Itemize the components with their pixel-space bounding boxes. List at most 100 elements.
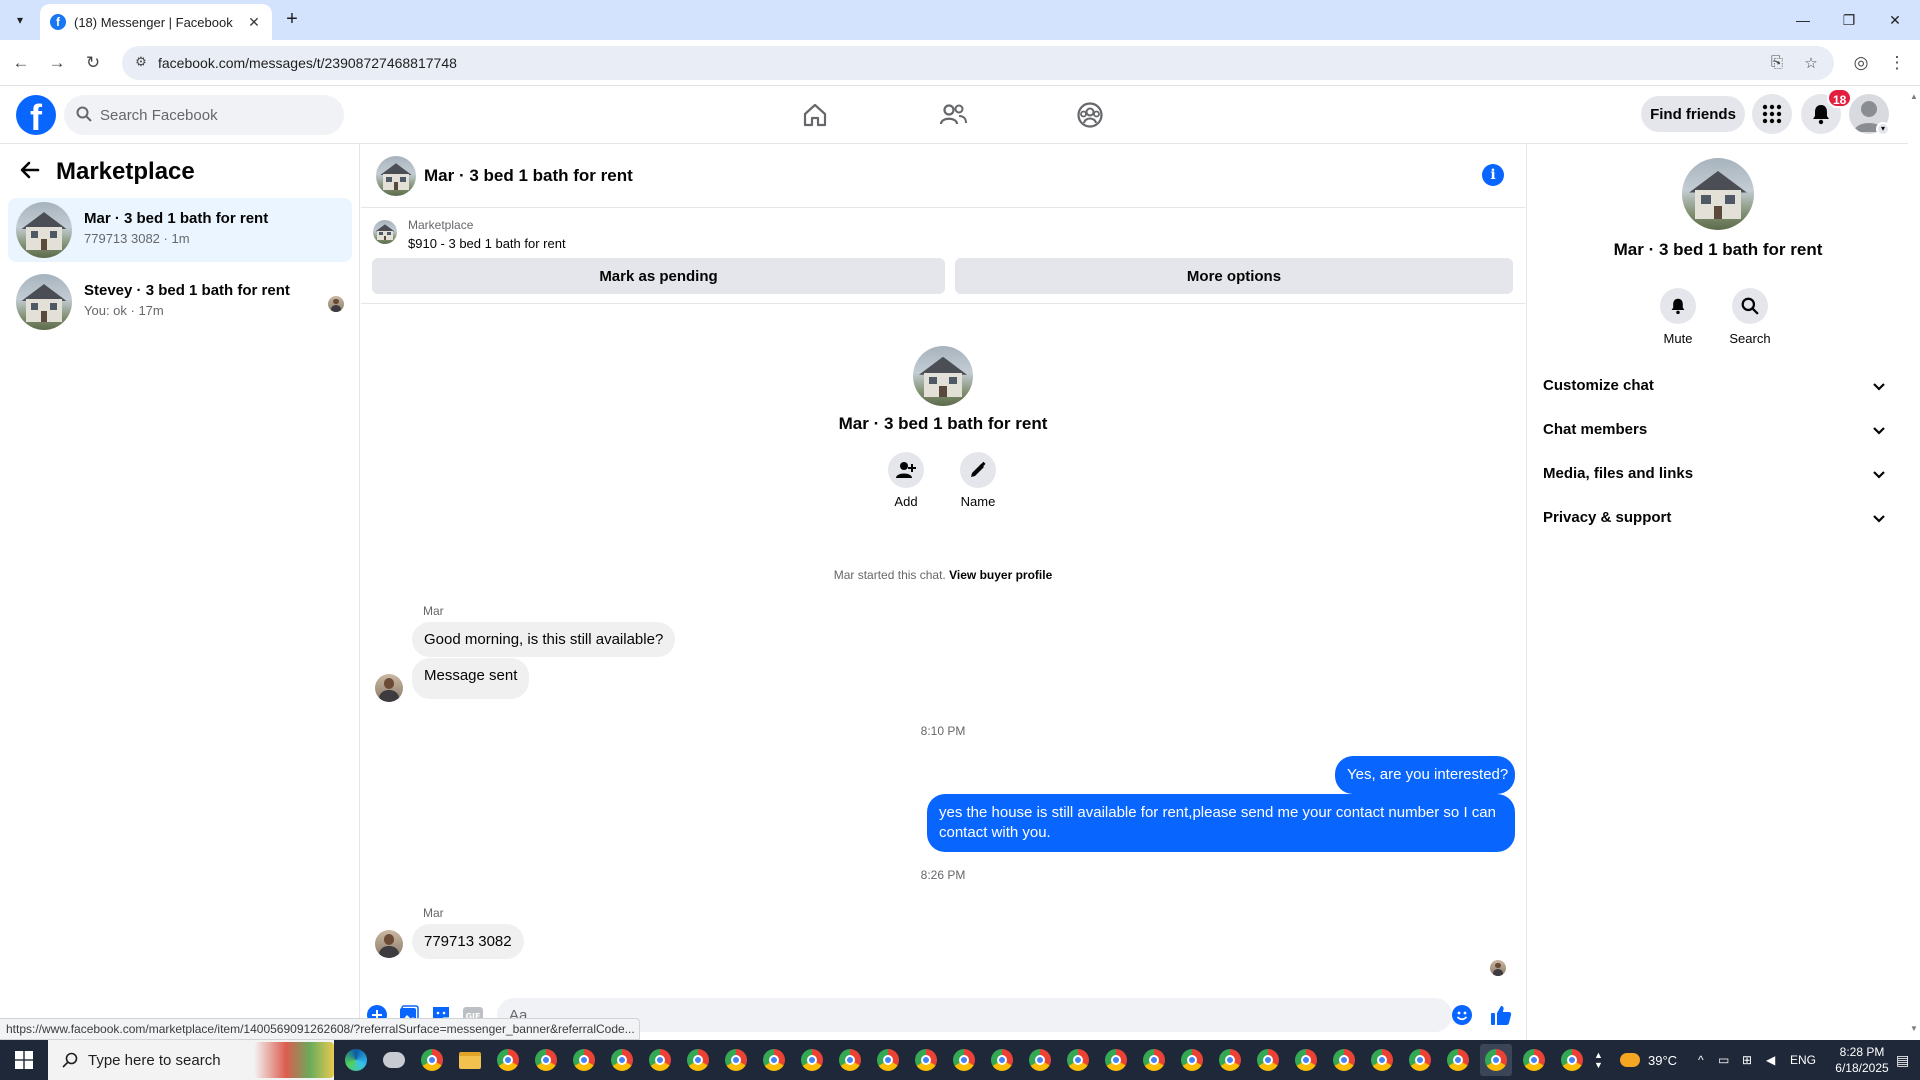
volume-icon[interactable]: ◀ xyxy=(1766,1040,1775,1080)
install-app-icon[interactable]: ⎘ xyxy=(1768,54,1786,72)
close-window-icon[interactable]: ✕ xyxy=(1872,0,1918,40)
customize-chat-section[interactable]: Customize chat xyxy=(1535,366,1897,406)
restore-icon[interactable]: ❐ xyxy=(1826,0,1872,40)
chrome-app-icon[interactable] xyxy=(834,1044,866,1076)
chrome-app-icon[interactable] xyxy=(910,1044,942,1076)
conversation-item-stevey[interactable]: Stevey · 3 bed 1 bath for rent You: ok ·… xyxy=(8,270,352,334)
chrome-app-icon[interactable] xyxy=(1442,1044,1474,1076)
facebook-search-box[interactable] xyxy=(64,95,344,135)
message-input-box[interactable] xyxy=(497,998,1452,1032)
message-bubble-incoming[interactable]: Message sent xyxy=(412,658,530,699)
message-bubble-incoming[interactable]: 779713 3082 xyxy=(412,924,524,959)
chrome-app-icon[interactable] xyxy=(1100,1044,1132,1076)
windows-start-icon[interactable] xyxy=(0,1040,48,1080)
facebook-search-input[interactable] xyxy=(100,95,330,135)
bookmark-star-icon[interactable]: ☆ xyxy=(1802,54,1820,72)
chrome-app-icon[interactable] xyxy=(1214,1044,1246,1076)
search-action[interactable]: Search xyxy=(1720,288,1780,346)
weather-widget[interactable]: 39°C xyxy=(1620,1040,1677,1080)
chrome-app-icon[interactable] xyxy=(720,1044,752,1076)
mark-as-pending-button[interactable]: Mark as pending xyxy=(372,258,945,294)
chrome-app-icon[interactable] xyxy=(1024,1044,1056,1076)
page-scrollbar[interactable]: ▲ ▼ xyxy=(1908,86,1920,1040)
forward-icon[interactable]: → xyxy=(44,50,70,76)
scroll-down-icon[interactable]: ▼ xyxy=(1910,1024,1918,1033)
scroll-up-icon[interactable]: ▲ xyxy=(1910,92,1918,101)
chrome-app-icon[interactable] xyxy=(568,1044,600,1076)
more-options-button[interactable]: More options xyxy=(955,258,1513,294)
chrome-app-icon[interactable] xyxy=(1404,1044,1436,1076)
show-hidden-icons-icon[interactable]: ^ xyxy=(1698,1040,1704,1080)
emoji-icon[interactable] xyxy=(1451,1004,1473,1026)
profile-icon[interactable]: ◎ xyxy=(1848,50,1874,76)
chrome-app-icon[interactable] xyxy=(872,1044,904,1076)
mute-action[interactable]: Mute xyxy=(1648,288,1708,346)
find-friends-button[interactable]: Find friends xyxy=(1641,96,1745,132)
conversation-title[interactable]: Mar · 3 bed 1 bath for rent xyxy=(424,166,633,186)
chrome-app-icon[interactable] xyxy=(948,1044,980,1076)
chrome-app-icon[interactable] xyxy=(416,1044,448,1076)
message-bubble-incoming[interactable]: Good morning, is this still available? xyxy=(412,622,676,657)
browser-tab-messenger[interactable]: f (18) Messenger | Facebook ✕ xyxy=(40,4,272,40)
chrome-app-icon[interactable] xyxy=(986,1044,1018,1076)
chrome-app-icon[interactable] xyxy=(606,1044,638,1076)
chrome-app-icon[interactable] xyxy=(492,1044,524,1076)
chrome-app-icon[interactable] xyxy=(758,1044,790,1076)
chrome-app-icon[interactable] xyxy=(1290,1044,1322,1076)
privacy-support-section[interactable]: Privacy & support xyxy=(1535,498,1897,538)
listing-house-thumbnail[interactable] xyxy=(373,220,397,244)
notification-center-icon[interactable]: ▤ xyxy=(1896,1040,1909,1080)
chrome-app-icon[interactable] xyxy=(644,1044,676,1076)
reload-icon[interactable]: ↻ xyxy=(80,50,106,76)
back-icon[interactable]: ← xyxy=(8,50,34,76)
home-icon[interactable] xyxy=(796,96,834,134)
chrome-app-icon[interactable] xyxy=(1518,1044,1550,1076)
chrome-app-icon[interactable] xyxy=(1138,1044,1170,1076)
chrome-app-icon[interactable] xyxy=(1328,1044,1360,1076)
menu-grid-icon[interactable] xyxy=(1752,94,1792,134)
thumbs-up-icon[interactable] xyxy=(1489,1004,1513,1026)
facebook-logo-icon[interactable]: f xyxy=(16,95,56,135)
chrome-app-icon[interactable] xyxy=(530,1044,562,1076)
clock[interactable]: 8:28 PM 6/18/2025 xyxy=(1830,1040,1894,1080)
chrome-app-icon[interactable] xyxy=(1252,1044,1284,1076)
chrome-app-icon[interactable] xyxy=(796,1044,828,1076)
chrome-app-icon[interactable] xyxy=(1062,1044,1094,1076)
message-input[interactable] xyxy=(497,998,1452,1032)
edit-name-action[interactable]: Name xyxy=(948,452,1008,509)
friends-icon[interactable] xyxy=(934,96,972,134)
account-chevron-icon[interactable]: ▾ xyxy=(1876,122,1890,136)
chrome-app-icon[interactable] xyxy=(1556,1044,1588,1076)
site-info-icon[interactable]: ⚙ xyxy=(132,54,150,72)
message-bubble-outgoing[interactable]: yes the house is still available for ren… xyxy=(927,794,1515,852)
chrome-app-icon-active[interactable] xyxy=(1480,1044,1512,1076)
add-people-action[interactable]: Add xyxy=(876,452,936,509)
network-icon[interactable]: ⊞ xyxy=(1742,1040,1752,1080)
view-buyer-profile-link[interactable]: View buyer profile xyxy=(949,568,1052,582)
listing-title[interactable]: $910 - 3 bed 1 bath for rent xyxy=(408,236,566,251)
groups-icon[interactable] xyxy=(1071,96,1109,134)
chrome-app-icon[interactable] xyxy=(682,1044,714,1076)
edge-app-icon[interactable] xyxy=(340,1044,372,1076)
conversation-item-mar[interactable]: Mar · 3 bed 1 bath for rent 779713 3082 … xyxy=(8,198,352,262)
sender-avatar[interactable] xyxy=(375,930,403,958)
tab-search-icon[interactable]: ▾ xyxy=(8,8,32,32)
meet-now-icon[interactable]: ▭ xyxy=(1718,1040,1729,1080)
app-icon[interactable] xyxy=(378,1044,410,1076)
new-tab-icon[interactable]: + xyxy=(280,8,304,32)
back-arrow-icon[interactable] xyxy=(18,158,46,186)
minimize-icon[interactable]: — xyxy=(1780,0,1826,40)
tab-close-icon[interactable]: ✕ xyxy=(246,14,262,31)
address-bar[interactable]: ⚙ facebook.com/messages/t/23908727468817… xyxy=(122,46,1834,80)
message-bubble-outgoing[interactable]: Yes, are you interested? xyxy=(1335,756,1515,794)
chat-members-section[interactable]: Chat members xyxy=(1535,410,1897,450)
chrome-app-icon[interactable] xyxy=(1366,1044,1398,1076)
taskbar-overflow-icon[interactable]: ▲ ▼ xyxy=(1594,1040,1603,1080)
chrome-app-icon[interactable] xyxy=(1176,1044,1208,1076)
conversation-info-icon[interactable]: i xyxy=(1482,164,1504,186)
sender-avatar[interactable] xyxy=(375,674,403,702)
language-indicator[interactable]: ENG xyxy=(1790,1040,1816,1080)
file-explorer-icon[interactable] xyxy=(454,1044,486,1076)
media-files-links-section[interactable]: Media, files and links xyxy=(1535,454,1897,494)
chrome-menu-icon[interactable]: ⋮ xyxy=(1884,50,1910,76)
